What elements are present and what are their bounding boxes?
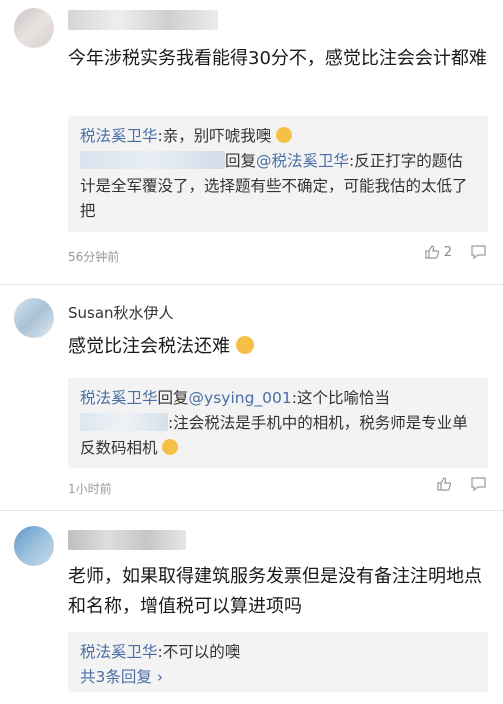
comment-time: 1小时前 [68, 482, 112, 496]
comment-2: Susan秋水伊人 感觉比注会税法还难 税法奚卫华回复@ysying_001:这… [0, 290, 503, 510]
thumbs-up-icon[interactable] [436, 476, 452, 492]
avatar[interactable] [14, 526, 54, 566]
more-replies-link[interactable]: 共3条回复 › [80, 665, 476, 690]
reply-box[interactable]: 税法奚卫华:亲，别吓唬我噢 回复@税法奚卫华:反正打字的题估计是全军覆没了，选择… [68, 116, 488, 232]
tears-of-joy-emoji-icon [235, 336, 254, 354]
reply-mention[interactable]: @ysying_001 [189, 389, 292, 407]
reply-author[interactable]: 税法奚卫华 [80, 127, 158, 145]
blurred-name [68, 530, 186, 550]
thumbs-up-icon [425, 245, 439, 259]
reply-label: 回复 [157, 389, 189, 407]
username-blurred[interactable] [68, 10, 218, 34]
comment-text: 感觉比注会税法还难 [68, 332, 488, 362]
laugh-emoji-icon [276, 127, 293, 143]
tears-of-joy-emoji-icon [162, 439, 179, 455]
reply-box[interactable]: 税法奚卫华:不可以的噢 共3条回复 › [68, 632, 488, 692]
avatar[interactable] [14, 298, 54, 338]
reply-text: :不可以的噢 [157, 643, 241, 661]
comment-1: 今年涉税实务我看能得30分不，感觉比注会会计都难 税法奚卫华:亲，别吓唬我噢 回… [0, 0, 503, 290]
divider [0, 284, 503, 285]
comment-text-content: 感觉比注会税法还难 [68, 336, 230, 357]
comment-time: 56分钟前 [68, 250, 120, 264]
divider [0, 510, 503, 511]
comment-actions [436, 476, 487, 492]
blurred-name[interactable] [80, 151, 225, 169]
username-blurred[interactable] [68, 530, 186, 554]
comment-bubble-icon[interactable] [470, 244, 487, 260]
blurred-name [68, 10, 218, 30]
like-button[interactable]: 2 [424, 244, 452, 260]
blurred-name[interactable] [80, 413, 168, 431]
avatar[interactable] [14, 8, 54, 48]
reply-author[interactable]: 税法奚卫华 [80, 643, 158, 661]
username[interactable]: Susan秋水伊人 [68, 302, 174, 323]
reply-line: 税法奚卫华回复@ysying_001:这个比喻恰当 [80, 386, 476, 411]
like-count: 2 [443, 244, 452, 260]
comment-3: 老师，如果取得建筑服务发票但是没有备注注明地点和名称，增值税可以算进项吗 税法奚… [0, 516, 503, 704]
reply-line: 税法奚卫华:亲，别吓唬我噢 [80, 124, 476, 149]
comment-actions: 2 [424, 244, 487, 260]
reply-line: 税法奚卫华:不可以的噢 [80, 640, 476, 665]
reply-line: :注会税法是手机中的相机，税务师是专业单反数码相机 [80, 411, 476, 461]
comment-bubble-icon[interactable] [470, 476, 487, 492]
comment-meta: 1小时前 [68, 480, 488, 497]
reply-author[interactable]: 税法奚卫华 [80, 389, 158, 407]
reply-box[interactable]: 税法奚卫华回复@ysying_001:这个比喻恰当 :注会税法是手机中的相机，税… [68, 378, 488, 468]
chevron-right-icon: › [156, 668, 164, 686]
reply-line: 回复@税法奚卫华:反正打字的题估计是全军覆没了，选择题有些不确定，可能我估的太低… [80, 149, 476, 224]
reply-label: 回复 [225, 152, 257, 170]
comment-text: 老师，如果取得建筑服务发票但是没有备注注明地点和名称，增值税可以算进项吗 [68, 566, 482, 617]
more-replies-label: 共3条回复 [80, 668, 152, 686]
comment-text: 今年涉税实务我看能得30分不，感觉比注会会计都难 [68, 48, 487, 69]
reply-text: :亲，别吓唬我噢 [157, 127, 272, 145]
reply-mention[interactable]: @税法奚卫华 [256, 152, 349, 170]
reply-text: :这个比喻恰当 [291, 389, 390, 407]
